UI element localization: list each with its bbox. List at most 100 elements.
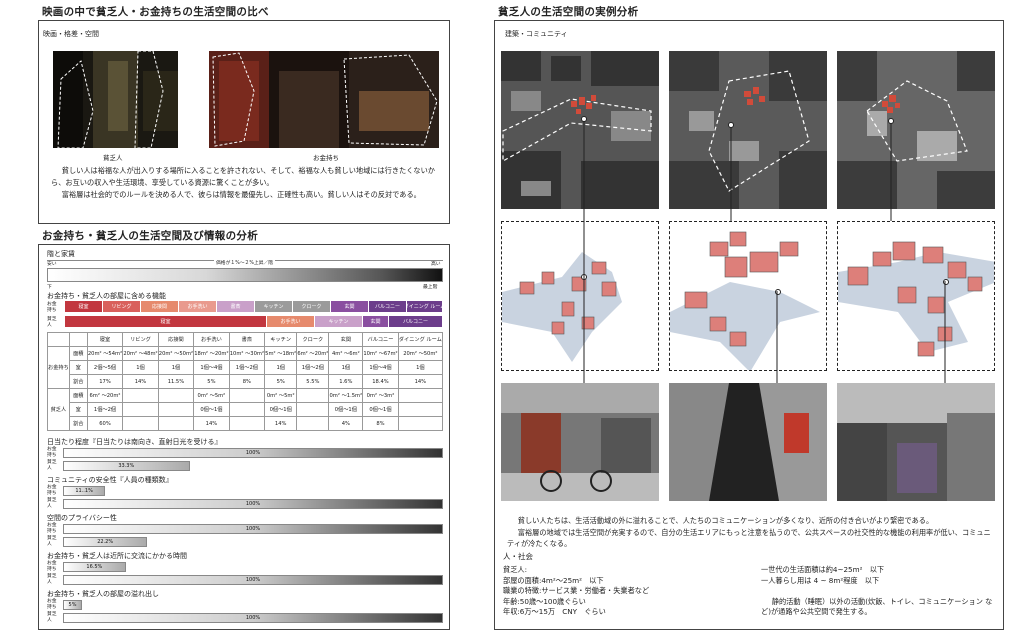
table-cell: 2個〜5個 — [86, 360, 124, 375]
table-cell: 5.5% — [296, 374, 330, 389]
col1-line: 貧乏人: — [503, 565, 527, 574]
table-cell — [397, 402, 444, 417]
feature-rich-9: ダイニング ルーム — [407, 301, 442, 312]
feature-poor-3: 玄関 — [363, 316, 388, 327]
feature-poor-0: 寝室 — [65, 316, 266, 327]
table-cell: お手洗い — [193, 332, 230, 347]
table-cell: 0個〜1個 — [328, 402, 364, 417]
bar-label-poor: 貧乏人 — [47, 460, 57, 471]
table-cell: 5% — [264, 374, 298, 389]
right-paragraph-1: 貧しい人たちは、生活活動域の外に溢れることで、人たちのコミュニケーションが多くな… — [517, 516, 934, 525]
table-cell: 室 — [68, 360, 88, 375]
diagram-2 — [669, 221, 827, 371]
table-cell: 寝室 — [86, 332, 124, 347]
table-cell: 8% — [228, 374, 266, 389]
table-cell: 20m² 〜50m² — [397, 346, 444, 361]
table-cell: 0m² 〜5m² — [264, 388, 298, 403]
aerial-photo-2 — [669, 51, 827, 209]
right-paragraph-2: 富裕層の地域では生活空間が充実するので、自分の生活エリアにもっと注意を払うので、… — [507, 528, 991, 548]
table-cell: 1.6% — [328, 374, 364, 389]
table-cell: 10m² 〜30m² — [228, 346, 266, 361]
bar-poor-2: 22.2% — [63, 537, 148, 547]
right-title: 貧乏人の生活空間の実例分析 — [498, 6, 639, 18]
table-cell: 1個〜2個 — [86, 402, 124, 417]
bar-rich-1: 11..1% — [63, 486, 106, 496]
table-cell: 5% — [193, 374, 230, 389]
feat-row-poor-label: 貧乏人 — [47, 317, 57, 328]
bar-label-poor: 貧乏人 — [47, 498, 57, 509]
feature-rich-6: クローク — [293, 301, 330, 312]
table-cell: 1個 — [157, 360, 195, 375]
table-cell: 14% — [397, 374, 444, 389]
table-cell: 室 — [68, 402, 88, 417]
table-cell — [47, 332, 70, 347]
table-cell — [397, 416, 444, 431]
table-row: 割合 17% 14% 11.5% 5% 8% 5% 5.5% 1.6% 18.4% 14% — [48, 374, 444, 389]
table-row: 割合 60% 14% 14% 4% 8% — [48, 416, 444, 431]
func-title: お金持ち・貧乏人の部屋に含める機能 — [47, 292, 166, 300]
col2-line — [761, 586, 997, 597]
col2-line: 静的活動（睡眠）以外の活動(炊飯、トイレ、コミュニケーション など)が通路や公共… — [761, 596, 993, 617]
table-cell: 貧乏人 — [47, 388, 70, 431]
table-cell: 8% — [362, 416, 399, 431]
aerial-photo-3 — [837, 51, 995, 209]
bar-rich-0: 100% — [63, 448, 443, 458]
bar-title-3: お金持ち・貧乏人は近所に交流にかかる時間 — [47, 552, 187, 560]
table-cell: 20m² 〜48m² — [122, 346, 159, 361]
col2-line: 一人暮らし用は 4 ~ 8m²程度 以下 — [761, 575, 880, 585]
rent-note: 価格が１%〜２%上昇／階 — [214, 259, 276, 266]
table-cell: 10m² 〜67m² — [362, 346, 399, 361]
caption-rich: お金持ち — [313, 154, 339, 162]
film-paragraph-1: 貧しい人は裕福な人が出入りする場所に入ることを許されない、そして、裕福な人も貧し… — [51, 166, 435, 187]
feature-rich-2: 応接間 — [141, 301, 178, 312]
bar-label-rich: お金持ち — [47, 523, 57, 534]
table-cell: 17% — [86, 374, 124, 389]
table-cell: 6m² 〜20m² — [296, 346, 330, 361]
bar-label-rich: お金持ち — [47, 599, 57, 610]
table-cell — [122, 402, 159, 417]
table-cell: 面積 — [68, 346, 88, 361]
street-photo-2 — [669, 383, 827, 501]
film-panel: 映画・格差・空間 貧乏人 お金持ち 貧しい人は裕福な人が出入りする場所に入ること… — [38, 20, 450, 224]
bar-label-rich: お金持ち — [47, 561, 57, 572]
table-cell: 0m² 〜5m² — [193, 388, 230, 403]
bar-poor-0: 33.3% — [63, 461, 190, 471]
table-cell: 1個 — [264, 360, 298, 375]
table-cell: 書斎 — [228, 332, 266, 347]
feature-rich-4: 書斎 — [217, 301, 254, 312]
living-stats: 一世代の生活面積は約4~25m² 以下 一人暮らし用は 4 ~ 8m²程度 以下静… — [761, 565, 997, 618]
bar-poor-3: 100% — [63, 575, 443, 585]
table-cell: 20m² 〜50m² — [157, 346, 195, 361]
bar-label-poor: 貧乏人 — [47, 574, 57, 585]
table-cell — [296, 402, 330, 417]
table-cell — [157, 416, 195, 431]
bar-label-rich: お金持ち — [47, 447, 57, 458]
table-cell — [68, 332, 88, 347]
bar-poor-1: 100% — [63, 499, 443, 509]
table-row: 貧乏人 面積 6m² 〜20m² 0m² 〜5m² 0m² 〜5m² 0m² 〜1.5m²… — [47, 388, 444, 431]
floor-low: 下 — [47, 285, 52, 290]
table-cell — [228, 388, 266, 403]
film-subtitle: 映画・格差・空間 — [43, 30, 99, 38]
social-title: 人・社会 — [503, 552, 533, 561]
rent-title: 階と家賃 — [47, 250, 75, 258]
floor-high: 最上階 — [423, 285, 438, 290]
feature-rich-8: バルコニー — [369, 301, 406, 312]
table-cell — [296, 388, 330, 403]
caption-poor: 貧乏人 — [103, 154, 123, 162]
right-subtitle: 建築・コミュニティ — [505, 30, 568, 38]
table-cell: クローク — [296, 332, 330, 347]
table-cell: 0個〜1個 — [264, 402, 298, 417]
film-still-rich — [209, 51, 439, 148]
diagram-1 — [501, 221, 659, 371]
table-row: 室 2個〜5個 1個 1個 1個〜4個 1個〜2個 1個 1個〜2個 1個 1個〜4個 1個 — [48, 360, 444, 375]
bar-title-0: 日当たり程度『日当たりは南向き、直射日光を受ける』 — [47, 438, 222, 446]
street-photo-1 — [501, 383, 659, 501]
table-cell: 0個〜1個 — [362, 402, 399, 417]
film-paragraph-2: 富裕層は社会的でのルールを決める人で、彼らは情報を最優先し、正確性も高い。貧しい… — [61, 190, 421, 199]
analysis-panel: 階と家賃 価格が１%〜２%上昇／階 安い 高い 下 最上階 お金持ち・貧乏人の部… — [38, 244, 450, 630]
table-cell: 5m² 〜18m² — [264, 346, 298, 361]
feature-rich-0: 寝室 — [65, 301, 102, 312]
table-cell: 0個〜1個 — [193, 402, 230, 417]
table-cell: 1個 — [328, 360, 364, 375]
